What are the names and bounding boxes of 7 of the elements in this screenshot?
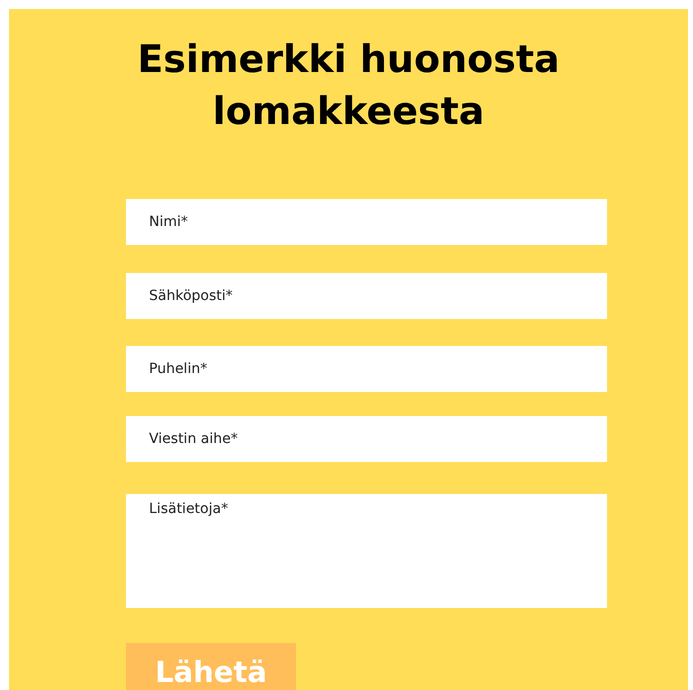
form-title: Esimerkki huonosta lomakkeesta <box>136 36 561 135</box>
text-field[interactable]: Puhelin* <box>126 346 607 392</box>
send-button[interactable]: Lähetä <box>126 643 296 690</box>
text-field[interactable]: Nimi* <box>126 199 607 245</box>
textarea-field[interactable]: Lisätietoja* <box>126 494 607 608</box>
text-field[interactable]: Sähköposti* <box>126 273 607 319</box>
text-field[interactable]: Viestin aihe* <box>126 416 607 462</box>
